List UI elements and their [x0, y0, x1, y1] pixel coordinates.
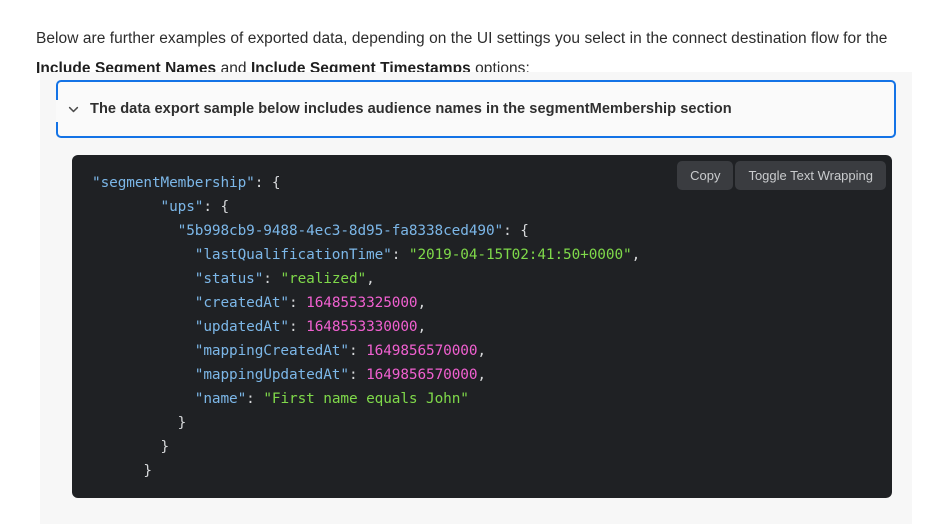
code-token-punct: :: [392, 247, 409, 263]
code-token-str: "First name equals John": [263, 391, 469, 407]
accordion-title: The data export sample below includes au…: [90, 101, 732, 117]
code-token-num: 1648553325000: [306, 295, 417, 311]
code-token-brace: }: [92, 415, 186, 431]
code-token-punct: [92, 295, 195, 311]
code-token-num: 1649856570000: [366, 367, 477, 383]
code-token-brace: }: [92, 463, 152, 479]
code-token-punct: ,: [366, 271, 375, 287]
code-token-punct: : {: [255, 175, 281, 191]
code-token-key: "updatedAt": [195, 319, 289, 335]
code-token-key: "ups": [161, 199, 204, 215]
code-token-punct: [92, 367, 195, 383]
code-token-key: "lastQualificationTime": [195, 247, 392, 263]
code-token-punct: :: [263, 271, 280, 287]
code-token-key: "name": [195, 391, 246, 407]
code-token-punct: [92, 199, 161, 215]
code-token-punct: : {: [203, 199, 229, 215]
chevron-down-icon[interactable]: [64, 100, 82, 118]
code-token-key: "mappingCreatedAt": [195, 343, 349, 359]
code-content[interactable]: "segmentMembership": { "ups": { "5b998cb…: [72, 155, 892, 498]
code-token-punct: ,: [417, 295, 426, 311]
code-token-punct: ,: [417, 319, 426, 335]
code-token-punct: ,: [477, 343, 486, 359]
page-root: Below are further examples of exported d…: [0, 0, 950, 532]
code-token-punct: :: [246, 391, 263, 407]
sample-section: The data export sample below includes au…: [40, 72, 912, 524]
code-token-num: 1648553330000: [306, 319, 417, 335]
code-block: Copy Toggle Text Wrapping "segmentMember…: [72, 155, 892, 498]
code-token-str: "2019-04-15T02:41:50+0000": [409, 247, 632, 263]
code-token-punct: [92, 223, 178, 239]
code-token-brace: }: [92, 439, 169, 455]
code-token-str: "realized": [280, 271, 366, 287]
code-token-punct: : {: [503, 223, 529, 239]
code-token-punct: [92, 343, 195, 359]
code-token-key: "createdAt": [195, 295, 289, 311]
code-token-num: 1649856570000: [366, 343, 477, 359]
code-token-punct: [92, 271, 195, 287]
code-token-key: "segmentMembership": [92, 175, 255, 191]
code-token-punct: [92, 247, 195, 263]
code-token-key: "5b998cb9-9488-4ec3-8d95-fa8338ced490": [178, 223, 503, 239]
code-token-punct: ,: [477, 367, 486, 383]
code-token-punct: :: [289, 319, 306, 335]
intro-text-part1: Below are further examples of exported d…: [36, 30, 887, 47]
code-token-punct: [92, 391, 195, 407]
code-token-punct: :: [349, 367, 366, 383]
toggle-text-wrapping-button[interactable]: Toggle Text Wrapping: [735, 161, 886, 190]
code-token-key: "status": [195, 271, 264, 287]
code-token-key: "mappingUpdatedAt": [195, 367, 349, 383]
code-block-actions: Copy Toggle Text Wrapping: [677, 161, 886, 190]
code-token-punct: ,: [632, 247, 641, 263]
accordion-panel[interactable]: The data export sample below includes au…: [56, 80, 896, 138]
code-token-punct: :: [349, 343, 366, 359]
code-token-punct: [92, 319, 195, 335]
copy-button[interactable]: Copy: [677, 161, 733, 190]
code-token-punct: :: [289, 295, 306, 311]
